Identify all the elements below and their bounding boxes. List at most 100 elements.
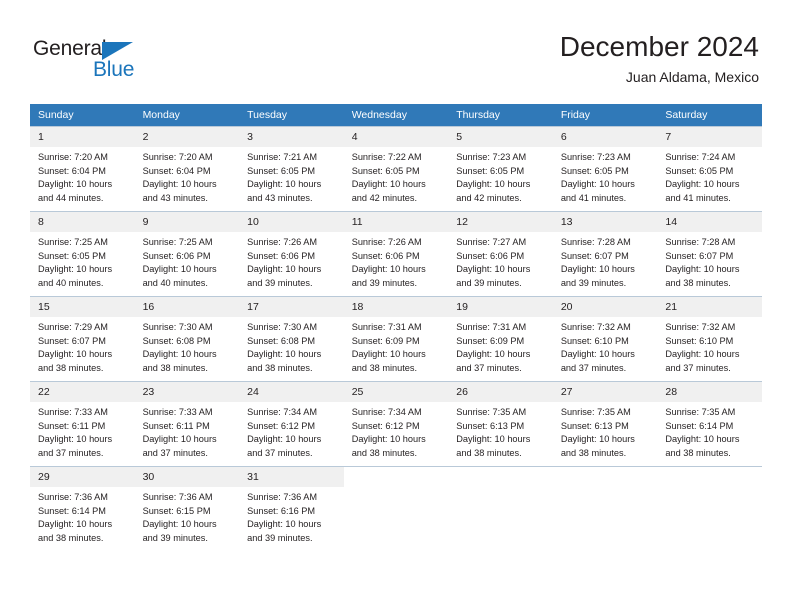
day-cell-inner: 9 Sunrise: 7:25 AM Sunset: 6:06 PM Daylight…: [134, 212, 240, 296]
calendar-day-cell[interactable]: 15 Sunrise: 7:29 AM Sunset: 6:07 PM Dayligh…: [30, 296, 135, 382]
day-info: Sunrise: 7:20 AM Sunset: 6:04 PM Daylight:…: [30, 147, 135, 206]
sunrise-text: Sunrise: 7:33 AM: [142, 407, 213, 417]
daylight-text-line1: Daylight: 10 hours: [351, 434, 426, 445]
calendar-day-cell[interactable]: 19 Sunrise: 7:31 AM Sunset: 6:09 PM Dayligh…: [448, 296, 553, 382]
day-info: Sunrise: 7:30 AM Sunset: 6:08 PM Daylight:…: [239, 317, 344, 376]
sunrise-text: Sunrise: 7:35 AM: [560, 407, 631, 417]
weekday-header-saturday: Saturday: [657, 104, 762, 127]
calendar-day-cell[interactable]: 2 Sunrise: 7:20 AM Sunset: 6:04 PM Daylight…: [134, 126, 240, 212]
day-number: 30: [134, 467, 240, 487]
calendar-day-cell[interactable]: 22 Sunrise: 7:33 AM Sunset: 6:11 PM Dayligh…: [30, 381, 135, 467]
sunrise-text: Sunrise: 7:31 AM: [351, 322, 422, 332]
calendar-day-cell[interactable]: 12 Sunrise: 7:27 AM Sunset: 6:06 PM Dayligh…: [448, 211, 553, 297]
day-number: 26: [448, 382, 553, 402]
day-cell-inner: 22 Sunrise: 7:33 AM Sunset: 6:11 PM Dayligh…: [30, 382, 135, 466]
daylight-text-line1: Daylight: 10 hours: [456, 349, 531, 360]
sunset-text: Sunset: 6:05 PM: [456, 165, 525, 176]
calendar-week-row: 15 Sunrise: 7:29 AM Sunset: 6:07 PM Dayligh…: [30, 296, 762, 382]
calendar-day-cell[interactable]: 11 Sunrise: 7:26 AM Sunset: 6:06 PM Dayligh…: [343, 211, 449, 297]
day-number: 3: [239, 127, 344, 147]
sunrise-text: Sunrise: 7:35 AM: [456, 407, 527, 417]
sunset-text: Sunset: 6:05 PM: [560, 165, 629, 176]
calendar-empty-cell: [657, 466, 762, 551]
day-number: 7: [657, 127, 762, 147]
day-cell-inner: 2 Sunrise: 7:20 AM Sunset: 6:04 PM Daylight…: [134, 127, 240, 211]
day-cell-inner: 3 Sunrise: 7:21 AM Sunset: 6:05 PM Daylight…: [239, 127, 344, 211]
calendar-day-cell[interactable]: 27 Sunrise: 7:35 AM Sunset: 6:13 PM Dayligh…: [552, 381, 658, 467]
daylight-text-line2: and 39 minutes.: [247, 533, 313, 544]
day-number: 11: [343, 212, 449, 232]
daylight-text-line2: and 42 minutes.: [351, 193, 418, 204]
sunset-text: Sunset: 6:11 PM: [142, 420, 210, 431]
sunset-text: Sunset: 6:10 PM: [665, 335, 734, 346]
sunrise-text: Sunrise: 7:32 AM: [560, 322, 631, 332]
calendar-day-cell[interactable]: 14 Sunrise: 7:28 AM Sunset: 6:07 PM Dayligh…: [657, 211, 762, 297]
calendar-day-cell[interactable]: 31 Sunrise: 7:36 AM Sunset: 6:16 PM Dayligh…: [239, 466, 344, 551]
day-info: Sunrise: 7:33 AM Sunset: 6:11 PM Daylight:…: [30, 402, 135, 461]
calendar-day-cell[interactable]: 29 Sunrise: 7:36 AM Sunset: 6:14 PM Dayligh…: [30, 466, 135, 551]
calendar-day-cell[interactable]: 26 Sunrise: 7:35 AM Sunset: 6:13 PM Dayligh…: [448, 381, 553, 467]
general-blue-logo[interactable]: General Blue: [33, 38, 153, 84]
calendar-day-cell[interactable]: 4 Sunrise: 7:22 AM Sunset: 6:05 PM Daylight…: [343, 126, 449, 212]
day-number: 15: [30, 297, 135, 317]
sunset-text: Sunset: 6:06 PM: [351, 250, 420, 261]
daylight-text-line2: and 43 minutes.: [142, 193, 208, 204]
day-info: Sunrise: 7:36 AM Sunset: 6:15 PM Daylight:…: [135, 487, 240, 546]
daylight-text-line1: Daylight: 10 hours: [247, 264, 322, 275]
calendar-day-cell[interactable]: 23 Sunrise: 7:33 AM Sunset: 6:11 PM Dayligh…: [134, 381, 240, 467]
sunrise-text: Sunrise: 7:36 AM: [142, 492, 213, 502]
calendar-day-cell[interactable]: 20 Sunrise: 7:32 AM Sunset: 6:10 PM Dayligh…: [552, 296, 658, 382]
sunset-text: Sunset: 6:04 PM: [38, 165, 106, 176]
calendar-day-cell[interactable]: 16 Sunrise: 7:30 AM Sunset: 6:08 PM Dayligh…: [134, 296, 240, 382]
sunset-text: Sunset: 6:13 PM: [456, 420, 525, 431]
calendar-empty-cell: [448, 466, 553, 551]
daylight-text-line1: Daylight: 10 hours: [560, 349, 635, 360]
calendar-day-cell[interactable]: 8 Sunrise: 7:25 AM Sunset: 6:05 PM Daylight…: [30, 211, 135, 297]
calendar-day-cell[interactable]: 10 Sunrise: 7:26 AM Sunset: 6:06 PM Dayligh…: [239, 211, 344, 297]
daylight-text-line1: Daylight: 10 hours: [142, 179, 217, 190]
calendar-day-cell[interactable]: 25 Sunrise: 7:34 AM Sunset: 6:12 PM Dayligh…: [343, 381, 449, 467]
day-cell-inner: 7 Sunrise: 7:24 AM Sunset: 6:05 PM Daylight…: [657, 127, 762, 211]
calendar-day-cell[interactable]: 7 Sunrise: 7:24 AM Sunset: 6:05 PM Daylight…: [657, 126, 762, 212]
daylight-text-line1: Daylight: 10 hours: [247, 519, 322, 530]
calendar-day-cell[interactable]: 21 Sunrise: 7:32 AM Sunset: 6:10 PM Dayligh…: [657, 296, 762, 382]
day-info: Sunrise: 7:35 AM Sunset: 6:14 PM Daylight:…: [657, 402, 762, 461]
sunset-text: Sunset: 6:12 PM: [247, 420, 316, 431]
day-number: 16: [134, 297, 240, 317]
calendar-day-cell[interactable]: 17 Sunrise: 7:30 AM Sunset: 6:08 PM Dayligh…: [239, 296, 344, 382]
sunset-text: Sunset: 6:11 PM: [38, 420, 106, 431]
calendar-day-cell[interactable]: 30 Sunrise: 7:36 AM Sunset: 6:15 PM Dayligh…: [134, 466, 240, 551]
day-number: 10: [239, 212, 344, 232]
sunset-text: Sunset: 6:08 PM: [247, 335, 316, 346]
sunset-text: Sunset: 6:10 PM: [560, 335, 629, 346]
sunset-text: Sunset: 6:15 PM: [142, 505, 211, 516]
sunset-text: Sunset: 6:07 PM: [665, 250, 734, 261]
day-number: 2: [134, 127, 240, 147]
calendar-day-cell[interactable]: 9 Sunrise: 7:25 AM Sunset: 6:06 PM Daylight…: [134, 211, 240, 297]
day-number: 18: [343, 297, 449, 317]
calendar-day-cell[interactable]: 5 Sunrise: 7:23 AM Sunset: 6:05 PM Daylight…: [448, 126, 553, 212]
day-cell-inner: 13 Sunrise: 7:28 AM Sunset: 6:07 PM Dayligh…: [552, 212, 658, 296]
day-cell-inner: 25 Sunrise: 7:34 AM Sunset: 6:12 PM Dayligh…: [343, 382, 449, 466]
day-cell-inner: 6 Sunrise: 7:23 AM Sunset: 6:05 PM Daylight…: [552, 127, 658, 211]
calendar-header-row: Sunday Monday Tuesday Wednesday Thursday…: [30, 104, 762, 127]
day-cell-inner: 19 Sunrise: 7:31 AM Sunset: 6:09 PM Dayligh…: [448, 297, 553, 381]
sunrise-text: Sunrise: 7:20 AM: [142, 152, 213, 162]
calendar-day-cell[interactable]: 18 Sunrise: 7:31 AM Sunset: 6:09 PM Dayligh…: [343, 296, 449, 382]
day-number: 19: [448, 297, 553, 317]
calendar-day-cell[interactable]: 13 Sunrise: 7:28 AM Sunset: 6:07 PM Dayligh…: [552, 211, 658, 297]
day-info: Sunrise: 7:30 AM Sunset: 6:08 PM Daylight:…: [135, 317, 240, 376]
daylight-text-line2: and 39 minutes.: [142, 533, 208, 544]
day-cell-inner: 12 Sunrise: 7:27 AM Sunset: 6:06 PM Dayligh…: [448, 212, 553, 296]
calendar-day-cell[interactable]: 24 Sunrise: 7:34 AM Sunset: 6:12 PM Dayligh…: [239, 381, 344, 467]
day-number: 29: [30, 467, 135, 487]
weekday-header-monday: Monday: [134, 104, 240, 127]
day-number: 1: [30, 127, 135, 147]
calendar-day-cell[interactable]: 1 Sunrise: 7:20 AM Sunset: 6:04 PM Daylight…: [30, 126, 135, 212]
calendar-day-cell[interactable]: 6 Sunrise: 7:23 AM Sunset: 6:05 PM Daylight…: [552, 126, 658, 212]
daylight-text-line1: Daylight: 10 hours: [560, 264, 635, 275]
sunrise-text: Sunrise: 7:23 AM: [456, 152, 527, 162]
calendar-empty-cell: [343, 466, 449, 551]
calendar-day-cell[interactable]: 28 Sunrise: 7:35 AM Sunset: 6:14 PM Dayligh…: [657, 381, 762, 467]
calendar-day-cell[interactable]: 3 Sunrise: 7:21 AM Sunset: 6:05 PM Daylight…: [239, 126, 344, 212]
